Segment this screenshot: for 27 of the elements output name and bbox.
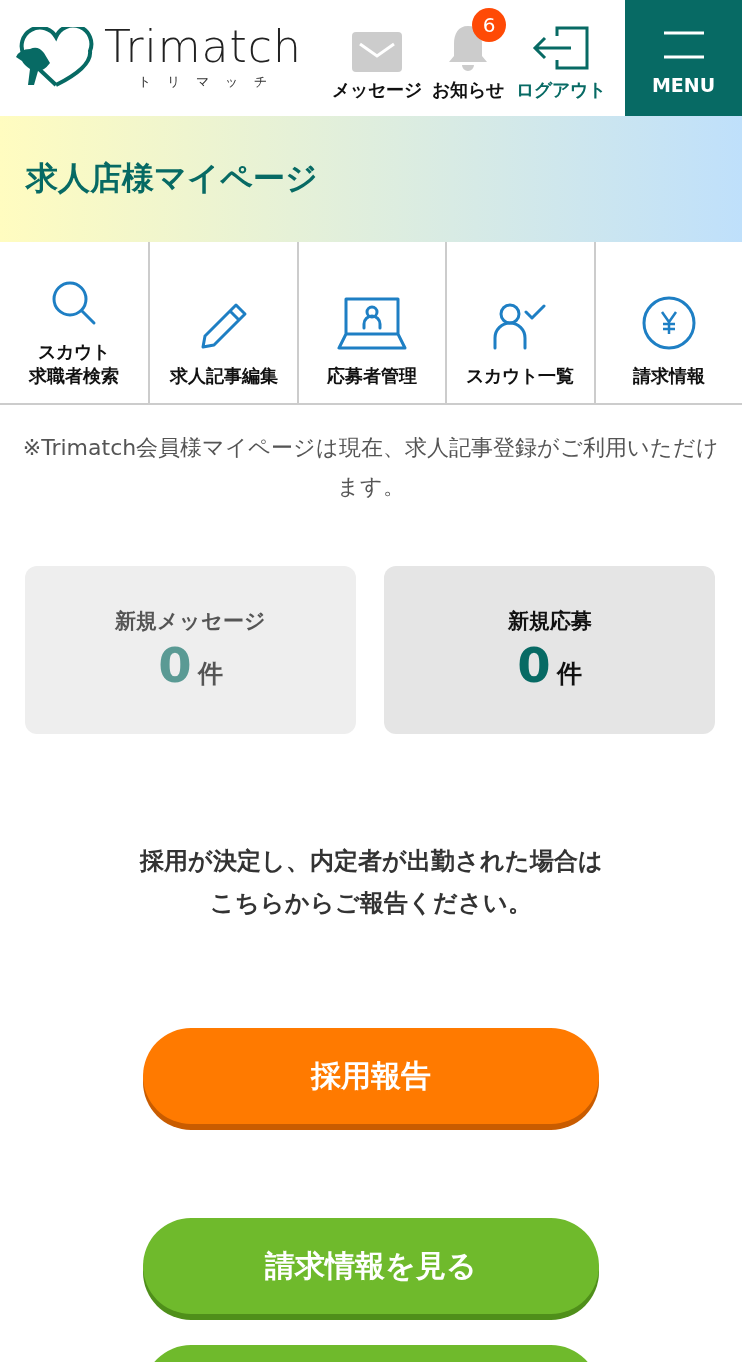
menu-button[interactable]: MENU xyxy=(625,0,742,116)
shortcut-label: スカウト一覧 xyxy=(466,363,575,387)
stat-unit: 件 xyxy=(556,658,582,690)
stat-count: 0 xyxy=(517,637,551,693)
stat-label: 新規メッセージ xyxy=(115,608,266,635)
stat-label: 新規応募 xyxy=(507,608,592,635)
logo-reading: トリマッチ xyxy=(137,73,284,91)
shortcut-label: 請求情報 xyxy=(632,363,705,387)
report-instruction: 採用が決定し、内定者が出勤された場合はこちらからご報告ください。 xyxy=(138,846,604,919)
shortcut-tile[interactable]: スカウト 求職者検索 xyxy=(0,242,149,403)
shortcut-label: 求職者検索 xyxy=(29,363,120,387)
shortcut-tile[interactable]: スカウト一覧 xyxy=(445,242,594,403)
logo-name: Trimatch xyxy=(104,25,302,69)
shortcut-tile[interactable]: 請求情報 xyxy=(593,242,742,403)
logout-link[interactable]: ログアウト xyxy=(516,24,606,102)
stat-unit: 件 xyxy=(197,658,223,690)
stat-count: 0 xyxy=(158,637,192,693)
shortcut-label: 応募者管理 xyxy=(327,363,417,387)
page-title: 求人店様マイページ xyxy=(26,158,318,199)
bell-link[interactable]: お知らせ 6 xyxy=(432,8,506,102)
notification-badge: 6 xyxy=(472,8,506,42)
notice-text: ※Trimatch会員様マイページは現在、求人記事登録がご利用いただけます。 xyxy=(21,434,721,501)
shortcut-tile[interactable]: 応募者管理 xyxy=(296,242,446,403)
shortcut-label: 求人記事編集 xyxy=(169,363,278,387)
shortcut-label: スカウト xyxy=(38,340,111,364)
shortcut-tile[interactable]: 求人記事編集 xyxy=(148,242,297,403)
mail-link[interactable]: メッセージ xyxy=(332,32,422,102)
